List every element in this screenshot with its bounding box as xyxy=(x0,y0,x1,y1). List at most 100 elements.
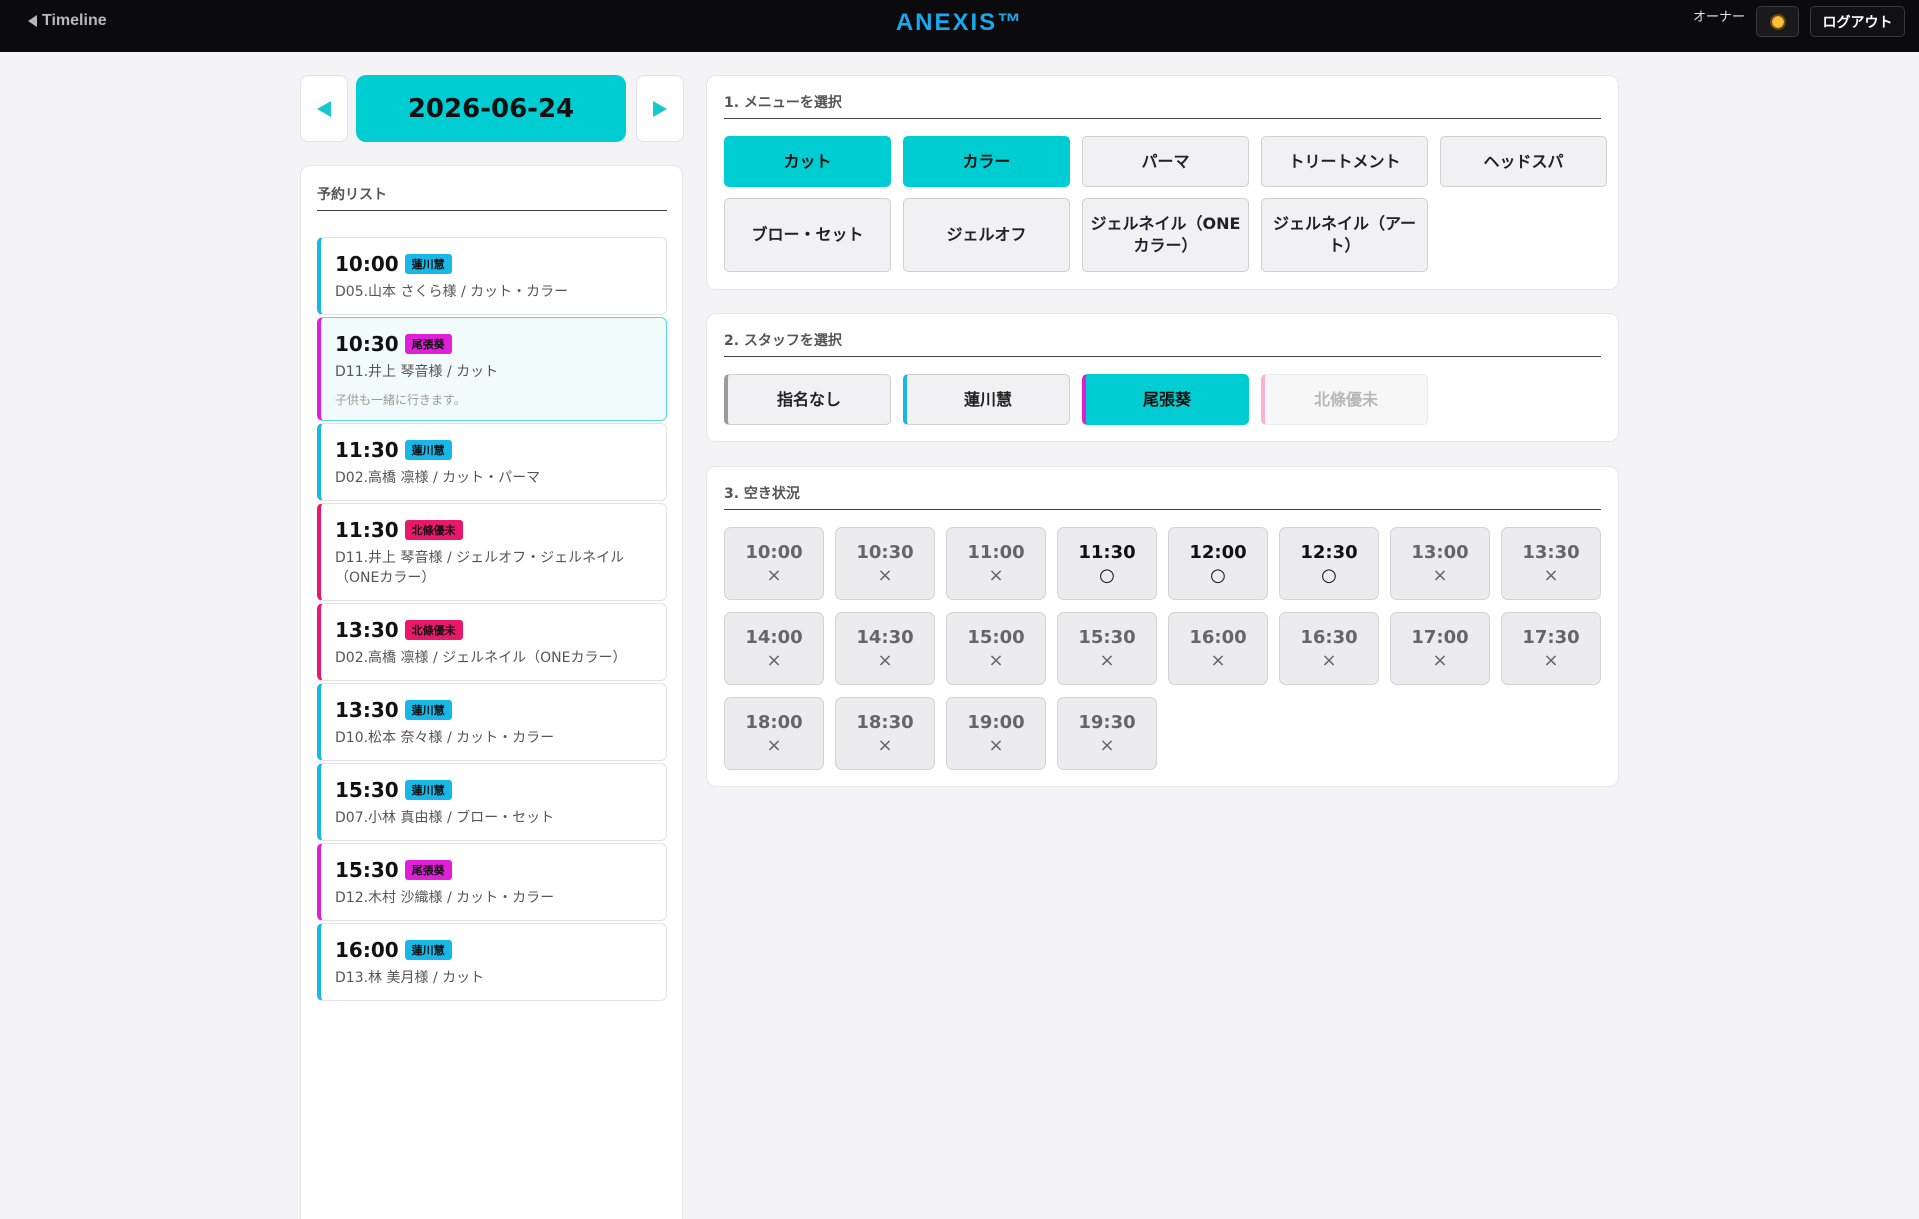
availability-panel: 3. 空き状況 10:00 × 10:30 × 11:00 × 11:30 ○ 12:00 ○ 12… xyxy=(706,466,1619,787)
slot-availability-mark: ○ xyxy=(1099,565,1115,586)
reservation-time: 10:00 xyxy=(335,252,399,276)
reservation-list: 10:00 蓮川慧 D05.山本 さくら様 / カット・カラー 10:30 尾張葵 D11… xyxy=(317,237,667,1003)
slot-availability-mark: × xyxy=(1210,650,1226,671)
reservation-item[interactable]: 11:30 北條優未 D11.井上 琴音様 / ジェルオフ・ジェルネイル（ONEカラ… xyxy=(317,503,667,601)
staff-badge: 蓮川慧 xyxy=(404,700,452,720)
current-date[interactable]: 2026-06-24 xyxy=(356,75,626,142)
slot-time: 14:00 xyxy=(745,627,803,648)
slot-availability-mark: × xyxy=(988,735,1004,756)
reservation-header: 10:30 尾張葵 xyxy=(335,332,654,356)
reservation-item[interactable]: 15:30 尾張葵 D12.木村 沙織様 / カット・カラー xyxy=(317,843,667,921)
time-slot[interactable]: 12:30 ○ xyxy=(1279,527,1379,600)
time-slot[interactable]: 12:00 ○ xyxy=(1168,527,1268,600)
slot-availability-mark: × xyxy=(877,735,893,756)
staff-option-button[interactable]: 蓮川慧 xyxy=(903,374,1070,425)
menu-option-button[interactable]: パーマ xyxy=(1082,136,1249,187)
reservation-header: 16:00 蓮川慧 xyxy=(335,938,654,962)
menu-option-button[interactable]: トリートメント xyxy=(1261,136,1428,187)
reservation-description: D11.井上 琴音様 / カット xyxy=(335,364,499,380)
menu-option-button[interactable]: ジェルオフ xyxy=(903,198,1070,272)
menu-option-button[interactable]: ジェルネイル（ONEカラー） xyxy=(1082,198,1249,272)
time-slot[interactable]: 16:30 × xyxy=(1279,612,1379,685)
reservation-description: D11.井上 琴音様 / ジェルオフ・ジェルネイル（ONEカラー） xyxy=(335,550,625,586)
slot-availability-mark: × xyxy=(877,565,893,586)
time-slot[interactable]: 19:00 × xyxy=(946,697,1046,770)
reservation-header: 15:30 尾張葵 xyxy=(335,858,654,882)
time-slot[interactable]: 14:00 × xyxy=(724,612,824,685)
reservation-note: 子供も一緒に行きます。 xyxy=(335,393,466,407)
time-slot[interactable]: 15:30 × xyxy=(1057,612,1157,685)
reservation-header: 11:30 北條優未 xyxy=(335,518,654,542)
reservation-header: 11:30 蓮川慧 xyxy=(335,438,654,462)
staff-badge: 尾張葵 xyxy=(404,860,452,880)
menu-option-button[interactable]: ブロー・セット xyxy=(724,198,891,272)
staff-option-button[interactable]: 指名なし xyxy=(724,374,891,425)
staff-panel: 2. スタッフを選択 指名なし 蓮川慧 尾張葵 北條優未 xyxy=(706,313,1619,442)
menu-option-button[interactable]: ヘッドスパ xyxy=(1440,136,1607,187)
menu-option-button[interactable]: カット xyxy=(724,136,891,187)
slot-time: 13:30 xyxy=(1522,542,1580,563)
slot-availability-mark: × xyxy=(877,650,893,671)
slot-time: 10:30 xyxy=(856,542,914,563)
slot-availability-mark: × xyxy=(766,650,782,671)
time-slot[interactable]: 11:00 × xyxy=(946,527,1046,600)
reservation-description: D12.木村 沙織様 / カット・カラー xyxy=(335,890,555,906)
app-logo: ANEXIS™ xyxy=(895,9,1024,36)
slot-availability-mark: ○ xyxy=(1321,565,1337,586)
reservation-item[interactable]: 13:30 蓮川慧 D10.松本 奈々様 / カット・カラー xyxy=(317,683,667,761)
reservation-time: 13:30 xyxy=(335,618,399,642)
reservation-time: 15:30 xyxy=(335,778,399,802)
time-slot[interactable]: 19:30 × xyxy=(1057,697,1157,770)
logout-button[interactable]: ログアウト xyxy=(1810,6,1905,37)
reservation-list-title: 予約リスト xyxy=(317,184,667,211)
time-slot[interactable]: 11:30 ○ xyxy=(1057,527,1157,600)
slot-availability-mark: × xyxy=(1321,650,1337,671)
time-slot[interactable]: 17:30 × xyxy=(1501,612,1601,685)
menu-option-button[interactable]: カラー xyxy=(903,136,1070,187)
reservation-header: 13:30 北條優未 xyxy=(335,618,654,642)
slot-availability-mark: × xyxy=(1432,565,1448,586)
slot-time: 15:00 xyxy=(967,627,1025,648)
reservation-item[interactable]: 15:30 蓮川慧 D07.小林 真由様 / ブロー・セット xyxy=(317,763,667,841)
staff-badge: 蓮川慧 xyxy=(404,940,452,960)
staff-option-button: 北條優未 xyxy=(1261,374,1428,425)
availability-title: 3. 空き状況 xyxy=(724,483,1601,510)
time-slot[interactable]: 14:30 × xyxy=(835,612,935,685)
slot-availability-mark: × xyxy=(988,565,1004,586)
reservation-header: 15:30 蓮川慧 xyxy=(335,778,654,802)
reservation-item[interactable]: 10:00 蓮川慧 D05.山本 さくら様 / カット・カラー xyxy=(317,237,667,315)
slot-time: 19:30 xyxy=(1078,712,1136,733)
time-slot[interactable]: 15:00 × xyxy=(946,612,1046,685)
time-slot[interactable]: 10:30 × xyxy=(835,527,935,600)
time-slot[interactable]: 10:00 × xyxy=(724,527,824,600)
slot-time: 11:00 xyxy=(967,542,1025,563)
reservation-time: 11:30 xyxy=(335,518,399,542)
slot-time: 15:30 xyxy=(1078,627,1136,648)
next-date-button[interactable] xyxy=(636,75,684,142)
staff-option-button[interactable]: 尾張葵 xyxy=(1082,374,1249,425)
time-slot[interactable]: 17:00 × xyxy=(1390,612,1490,685)
slot-availability-mark: × xyxy=(1543,650,1559,671)
staff-badge: 北條優未 xyxy=(404,620,463,640)
time-slot[interactable]: 18:00 × xyxy=(724,697,824,770)
time-slot[interactable]: 13:30 × xyxy=(1501,527,1601,600)
time-slot[interactable]: 18:30 × xyxy=(835,697,935,770)
theme-toggle-button[interactable] xyxy=(1756,6,1799,37)
slot-time: 13:00 xyxy=(1411,542,1469,563)
prev-date-button[interactable] xyxy=(300,75,348,142)
reservation-item[interactable]: 16:00 蓮川慧 D13.林 美月様 / カット xyxy=(317,923,667,1001)
top-bar: Timeline ANEXIS™ オーナー ログアウト xyxy=(0,0,1919,52)
time-slot[interactable]: 16:00 × xyxy=(1168,612,1268,685)
reservation-item[interactable]: 11:30 蓮川慧 D02.高橋 凛様 / カット・パーマ xyxy=(317,423,667,501)
reservation-item[interactable]: 10:30 尾張葵 D11.井上 琴音様 / カット 子供も一緒に行きます。 xyxy=(317,317,667,421)
time-slot[interactable]: 13:00 × xyxy=(1390,527,1490,600)
reservation-description: D07.小林 真由様 / ブロー・セット xyxy=(335,810,555,826)
slot-time: 19:00 xyxy=(967,712,1025,733)
reservation-item[interactable]: 13:30 北條優未 D02.高橋 凛様 / ジェルネイル（ONEカラー） xyxy=(317,603,667,681)
sun-icon xyxy=(1771,15,1784,28)
reservation-description: D02.高橋 凛様 / カット・パーマ xyxy=(335,470,541,486)
slot-availability-mark: × xyxy=(1099,650,1115,671)
staff-badge: 蓮川慧 xyxy=(404,440,452,460)
menu-option-button[interactable]: ジェルネイル（アート） xyxy=(1261,198,1428,272)
slot-time: 12:30 xyxy=(1300,542,1358,563)
